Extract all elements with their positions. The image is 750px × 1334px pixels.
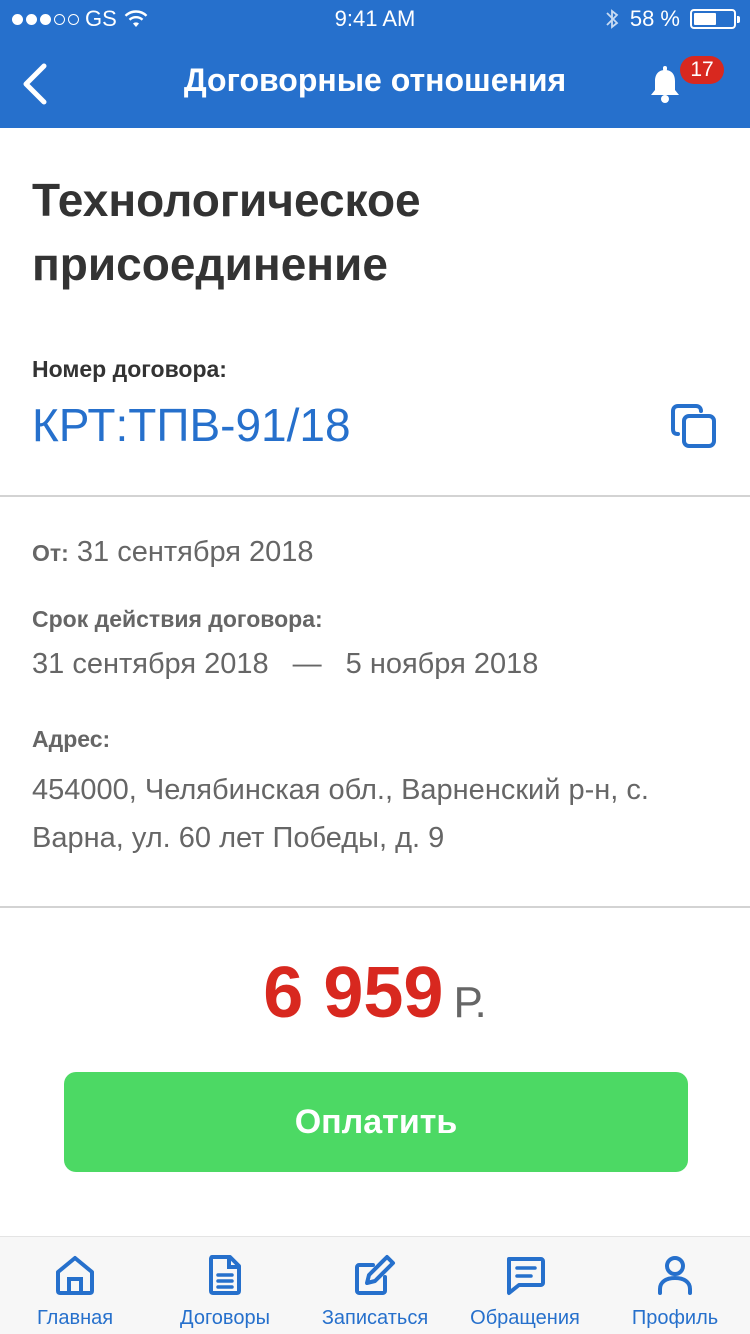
person-icon: [658, 1256, 692, 1295]
tab-label: Записаться: [321, 1307, 429, 1329]
pay-button[interactable]: Оплатить: [64, 1072, 688, 1172]
status-right: 58 %: [604, 6, 740, 32]
notification-badge: 17: [680, 56, 724, 84]
term-start: 31 сентября 2018: [32, 648, 269, 680]
contract-date: От: 31 сентября 2018: [32, 536, 314, 569]
home-icon: [56, 1256, 94, 1295]
term-value: 31 сентября 2018 — 5 ноября 2018: [32, 648, 538, 681]
term-dash: —: [292, 648, 322, 680]
tab-label: Профиль: [631, 1307, 719, 1329]
price-amount: 6 959: [263, 953, 444, 1033]
copy-icon: [671, 404, 716, 448]
tab-bar: Главная Договоры Записаться Обращения Пр…: [0, 1236, 750, 1334]
from-label: От:: [32, 540, 69, 566]
divider: [0, 906, 750, 908]
tab-home[interactable]: Главная: [0, 1237, 150, 1334]
tab-contracts[interactable]: Договоры: [150, 1237, 300, 1334]
tab-sign-up[interactable]: Записаться: [300, 1237, 450, 1334]
battery-icon: [690, 9, 740, 29]
edit-icon: [355, 1255, 395, 1295]
price-currency: Р.: [453, 978, 487, 1027]
page-title: Договорные отношения: [183, 62, 567, 98]
address-value: 454000, Челябинская обл., Варненский р-н…: [32, 774, 649, 854]
from-date: 31 сентября 2018: [76, 536, 314, 568]
price: 6 959 Р.: [0, 952, 750, 1034]
contract-number-label: Номер договора:: [32, 356, 227, 382]
term-end: 5 ноября 2018: [345, 648, 539, 680]
app-header: GS 9:41 AM 58 % Договорные отношения 17: [0, 0, 750, 128]
bluetooth-icon: [606, 9, 619, 29]
battery-level: [694, 13, 717, 25]
copy-button[interactable]: [668, 400, 720, 452]
address-label: Адрес:: [32, 726, 111, 752]
tab-label: Главная: [36, 1307, 114, 1329]
document-icon: [209, 1255, 241, 1295]
contract-number[interactable]: КРТ:ТПВ-91/18: [32, 398, 351, 452]
contract-title: Технологическое присоединение: [32, 174, 421, 290]
chat-icon: [507, 1257, 545, 1295]
tab-profile[interactable]: Профиль: [600, 1237, 750, 1334]
nav-bar: Договорные отношения 17: [0, 40, 750, 128]
status-bar: GS 9:41 AM 58 %: [0, 0, 750, 40]
tab-label: Обращения: [470, 1307, 580, 1329]
term-label: Срок действия договора:: [32, 606, 323, 632]
divider: [0, 495, 750, 497]
tab-requests[interactable]: Обращения: [450, 1237, 600, 1334]
tab-label: Договоры: [180, 1307, 270, 1329]
battery-percent: 58 %: [629, 6, 680, 31]
